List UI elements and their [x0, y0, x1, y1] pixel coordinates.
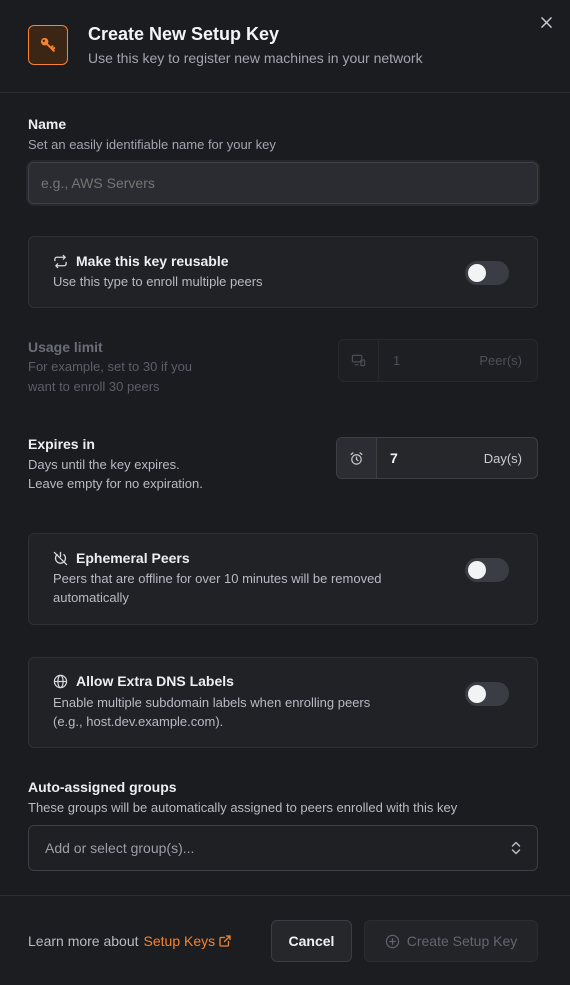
expires-hint-2: Leave empty for no expiration. — [28, 476, 203, 491]
learn-more-row: Learn more about Setup Keys — [28, 933, 231, 949]
usage-limit-field[interactable]: 1 Peer(s) — [338, 339, 538, 382]
alarm-clock-icon — [350, 451, 363, 465]
expires-value: 7 — [390, 450, 398, 466]
reusable-desc: Use this type to enroll multiple peers — [53, 274, 263, 289]
dialog-title: Create New Setup Key — [88, 24, 280, 44]
devices-icon — [351, 354, 366, 367]
reusable-toggle[interactable] — [465, 261, 509, 285]
usage-limit-hint-2: want to enroll 30 peers — [28, 379, 160, 394]
ephemeral-toggle[interactable] — [465, 558, 509, 582]
cancel-button[interactable]: Cancel — [271, 920, 352, 962]
reusable-title-row: Make this key reusable — [53, 253, 229, 269]
power-off-icon — [53, 551, 68, 565]
dns-labels-desc-2: (e.g., host.dev.example.com). — [53, 714, 224, 729]
expires-label: Expires in — [28, 436, 95, 452]
usage-limit-addon — [339, 340, 379, 381]
usage-limit-unit: Peer(s) — [479, 353, 522, 368]
cancel-button-label: Cancel — [288, 933, 335, 949]
usage-limit-hint-1: For example, set to 30 if you — [28, 359, 193, 374]
name-input[interactable] — [28, 162, 538, 204]
globe-icon — [53, 674, 68, 688]
ephemeral-title: Ephemeral Peers — [76, 550, 190, 566]
header-key-badge — [28, 25, 68, 65]
setup-keys-link[interactable]: Setup Keys — [144, 933, 232, 949]
setup-keys-link-label: Setup Keys — [143, 933, 216, 949]
dns-labels-toggle[interactable] — [465, 682, 509, 706]
dns-labels-title-row: Allow Extra DNS Labels — [53, 673, 234, 689]
plus-circle-icon — [385, 934, 399, 948]
reusable-title: Make this key reusable — [76, 253, 229, 269]
usage-limit-value: 1 — [393, 353, 401, 368]
key-icon — [40, 37, 56, 52]
expires-hint-1: Days until the key expires. — [28, 457, 180, 472]
create-setup-key-button[interactable]: Create Setup Key — [364, 920, 538, 962]
groups-placeholder: Add or select group(s)... — [45, 840, 195, 856]
repeat-icon — [54, 254, 67, 268]
chevron-updown-icon — [511, 841, 521, 855]
name-label: Name — [28, 116, 67, 132]
dialog-subtitle: Use this key to register new machines in… — [88, 50, 423, 66]
ephemeral-desc-1: Peers that are offline for over 10 minut… — [53, 571, 382, 586]
header-divider — [0, 92, 570, 93]
expires-addon — [337, 438, 377, 478]
groups-hint: These groups will be automatically assig… — [28, 800, 458, 815]
groups-select[interactable]: Add or select group(s)... — [28, 825, 538, 871]
learn-more-text: Learn more about — [28, 933, 139, 949]
dns-labels-title: Allow Extra DNS Labels — [76, 673, 234, 689]
ephemeral-title-row: Ephemeral Peers — [53, 550, 190, 566]
name-hint: Set an easily identifiable name for your… — [28, 137, 276, 152]
close-icon — [540, 16, 552, 28]
groups-label: Auto-assigned groups — [28, 779, 177, 795]
expires-unit: Day(s) — [483, 451, 522, 466]
close-button[interactable] — [537, 13, 555, 31]
external-link-icon — [219, 935, 231, 947]
create-setup-key-label: Create Setup Key — [406, 933, 518, 949]
dns-labels-desc-1: Enable multiple subdomain labels when en… — [53, 695, 371, 710]
ephemeral-desc-2: automatically — [53, 590, 129, 605]
expires-field[interactable]: 7 Day(s) — [336, 437, 538, 479]
usage-limit-label: Usage limit — [28, 339, 103, 355]
